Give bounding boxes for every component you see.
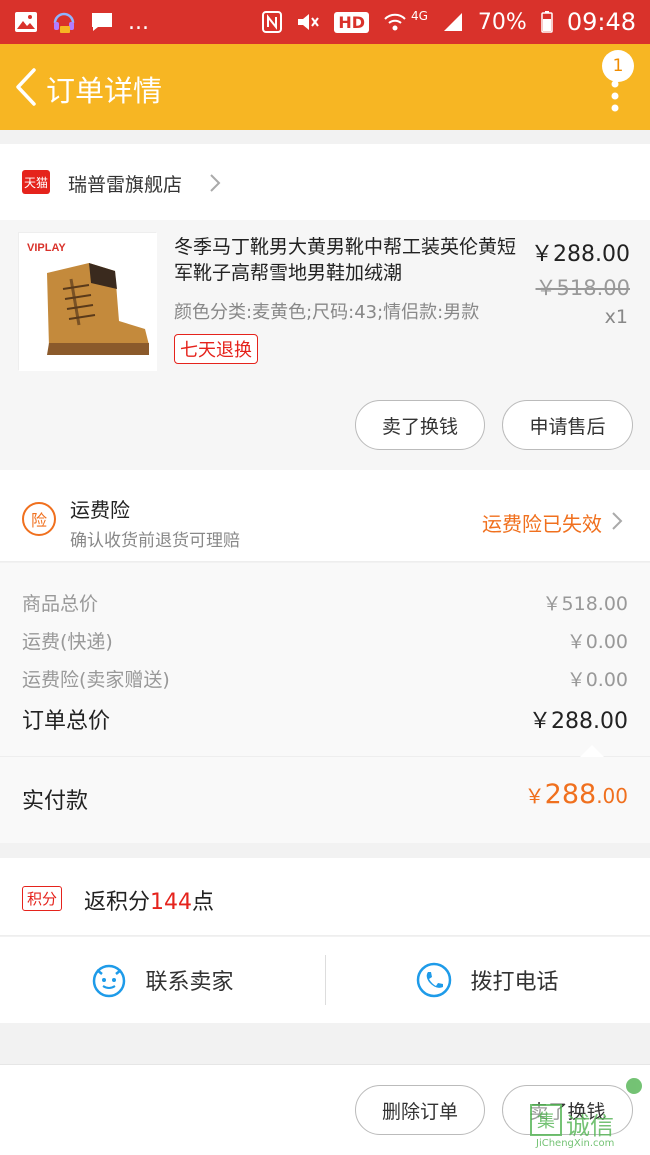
site-watermark: 集 诚信 JiChengXin.com — [530, 1078, 648, 1154]
product-price: ￥288.00 — [531, 242, 630, 267]
paid-amount: ￥288.00 — [525, 779, 628, 810]
summary-value: ￥0.00 — [566, 669, 628, 691]
paid-decimal: .00 — [596, 784, 628, 808]
summary-value: ￥0.00 — [566, 631, 628, 653]
actual-paid-row: 实付款 ￥288.00 — [0, 757, 650, 843]
points-suffix: 点 — [192, 890, 215, 915]
hd-badge: HD — [334, 11, 369, 33]
watermark-dot — [626, 1078, 642, 1094]
contact-seller-label: 联系卖家 — [145, 970, 234, 995]
mute-icon — [298, 14, 320, 30]
status-time: 09:48 — [566, 8, 636, 36]
summary-label: 商品总价 — [22, 593, 99, 615]
notification-badge: 1 — [602, 50, 634, 82]
page-title: 订单详情 — [46, 74, 163, 108]
insurance-icon: 险 — [22, 502, 56, 536]
wifi-icon — [384, 13, 406, 31]
summary-label: 运费(快递) — [22, 631, 113, 653]
shipping-insurance-row[interactable]: 险 运费险 确认收货前退货可理赔 运费险已失效 — [0, 470, 650, 562]
brand-logo-text: VIPLAY — [27, 242, 66, 254]
points-tag: 积分 — [22, 886, 63, 911]
order-total-row: 订单总价 ￥288.00 — [22, 703, 628, 735]
notch-decoration — [580, 745, 604, 757]
summary-row: 运费险(卖家赠送) ￥0.00 — [22, 665, 628, 692]
summary-row: 运费(快递) ￥0.00 — [22, 627, 628, 654]
product-original-price: ￥518.00 — [535, 276, 630, 300]
insurance-status[interactable]: 运费险已失效 — [482, 508, 602, 537]
message-icon — [92, 13, 112, 31]
call-phone-label: 拨打电话 — [470, 970, 559, 995]
signal-icon — [443, 13, 462, 31]
points-prefix: 返积分 — [84, 890, 151, 915]
battery-percent: 70% — [477, 9, 527, 35]
status-more: ... — [128, 9, 149, 35]
nfc-icon — [262, 11, 283, 33]
more-vertical-icon[interactable] — [610, 80, 620, 112]
tmall-logo: 天猫 — [22, 170, 50, 194]
insurance-subtitle: 确认收货前退货可理赔 — [70, 531, 240, 551]
status-bar-left: ... — [14, 9, 149, 35]
order-total-label: 订单总价 — [22, 709, 111, 734]
battery-icon — [541, 11, 553, 33]
network-label: 4G — [410, 9, 428, 23]
insurance-title: 运费险 — [70, 498, 130, 522]
chevron-right-icon — [612, 512, 623, 530]
product-sku: 颜色分类:麦黄色;尺码:43;情侣款:男款 — [174, 302, 480, 323]
store-name[interactable]: 瑞普雷旗舰店 — [68, 170, 182, 197]
after-sale-button[interactable]: 申请售后 — [502, 400, 633, 450]
product-item[interactable]: VIPLAY 冬季马丁靴男大黄男靴中帮工装英伦黄短军靴子高帮雪地男鞋加绒潮 颜色… — [0, 220, 650, 470]
watermark-logo: 集 — [530, 1104, 562, 1136]
summary-label: 运费险(卖家赠送) — [22, 669, 170, 691]
contact-seller-button[interactable]: 联系卖家 — [0, 937, 325, 1023]
points-text: 返积分144点 — [84, 884, 214, 916]
summary-row: 商品总价 ￥518.00 — [22, 589, 628, 616]
watermark-url: JiChengXin.com — [536, 1138, 615, 1149]
order-total-value: ￥288.00 — [529, 709, 628, 734]
status-bar-right: HD 4G 70% 09:48 — [262, 8, 636, 36]
status-bar: ... HD 4G 70% 09:48 — [0, 0, 650, 44]
points-row: 积分 返积分144点 — [0, 858, 650, 936]
summary-value: ￥518.00 — [542, 593, 628, 615]
product-title[interactable]: 冬季马丁靴男大黄男靴中帮工装英伦黄短军靴子高帮雪地男鞋加绒潮 — [174, 234, 524, 286]
paid-currency: ￥ — [524, 784, 545, 808]
delete-order-button[interactable]: 删除订单 — [355, 1085, 485, 1135]
nav-bar: 订单详情 1 — [0, 44, 650, 130]
paid-integer: 288 — [544, 779, 597, 810]
phone-icon — [417, 962, 452, 998]
headset-icon — [53, 12, 75, 33]
watermark-text: 诚信 — [566, 1112, 614, 1140]
chevron-right-icon — [210, 174, 221, 192]
points-number: 144 — [150, 890, 193, 915]
product-quantity: x1 — [604, 306, 628, 328]
boot-image: VIPLAY — [19, 233, 157, 371]
store-row[interactable]: 天猫 瑞普雷旗舰店 — [0, 144, 650, 220]
chat-face-icon — [93, 964, 126, 998]
contact-bar: 联系卖家 拨打电话 — [0, 937, 650, 1023]
return-policy-tag: 七天退换 — [174, 334, 258, 364]
gallery-icon — [15, 12, 37, 32]
call-phone-button[interactable]: 拨打电话 — [325, 937, 650, 1023]
price-summary: 商品总价 ￥518.00 运费(快递) ￥0.00 运费险(卖家赠送) ￥0.0… — [0, 563, 650, 757]
sell-for-cash-button[interactable]: 卖了换钱 — [355, 400, 485, 450]
back-arrow-icon[interactable] — [12, 64, 42, 110]
product-image[interactable]: VIPLAY — [18, 232, 157, 371]
paid-label: 实付款 — [22, 789, 89, 814]
